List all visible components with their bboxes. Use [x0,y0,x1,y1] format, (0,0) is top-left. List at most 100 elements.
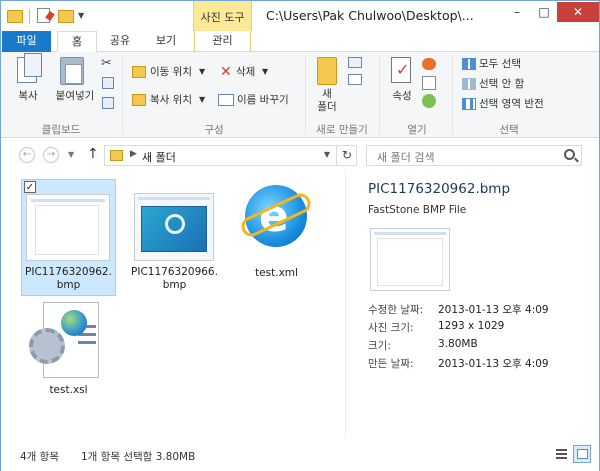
tab-manage[interactable]: 관리 [194,31,251,52]
paste-icon[interactable] [60,57,84,85]
invert-selection-icon[interactable] [462,98,476,110]
recent-locations-chevron-icon[interactable]: ▼ [68,150,74,159]
large-icons-view-button[interactable] [573,445,591,463]
property-value: 3.80MB [438,338,478,350]
details-pane: PIC1176320962.bmp FastStone BMP File 수정한… [345,169,599,439]
ribbon-divider [122,56,123,134]
chevron-down-icon[interactable]: ▼ [199,92,205,108]
title-bar: ▼ 사진 도구 C:\Users\Pak Chulwoo\Desktop\...… [1,1,599,31]
file-item[interactable]: ✓ PIC1176320962. bmp [21,179,116,296]
search-placeholder: 새 폴더 검색 [377,151,435,164]
search-icon[interactable] [564,149,575,160]
tab-share[interactable]: 공유 [100,31,140,52]
ribbon: 복사 붙여넣기 ✂ 클립보드 이동 위치 ▼ 복사 위치 ▼ ✕ 삭제 ▼ 이름… [1,52,599,138]
ribbon-divider [379,56,380,134]
move-to-icon[interactable] [132,66,146,78]
property-value: 2013-01-13 오후 4:09 [438,304,549,316]
tab-home[interactable]: 홈 [57,31,97,53]
group-label-new: 새로 만들기 [316,124,368,136]
delete-button[interactable]: 삭제 [236,64,255,80]
tab-file[interactable]: 파일 [2,31,51,52]
paste-shortcut-icon[interactable] [102,97,114,109]
item-count: 4개 항목 [20,451,59,463]
cut-icon[interactable]: ✂ [101,57,114,71]
tab-view[interactable]: 보기 [146,31,186,52]
properties-button[interactable]: 속성 [386,90,418,103]
property-label: 수정한 날짜: [368,304,424,316]
copy-to-button[interactable]: 복사 위치 [150,92,192,108]
edit-icon[interactable] [422,76,436,90]
preview-thumbnail [370,228,450,291]
chevron-down-icon[interactable]: ▼ [324,150,330,159]
context-tab-label: 사진 도구 [200,11,245,24]
explorer-window: ▼ 사진 도구 C:\Users\Pak Chulwoo\Desktop\...… [0,0,600,471]
file-name: test.xml [255,267,298,279]
address-bar[interactable]: ▶ 새 폴더 ▼ [104,145,357,166]
quick-access-divider [29,9,30,24]
refresh-button[interactable]: ↻ [336,145,357,166]
open-icon[interactable] [422,58,436,70]
paste-button[interactable]: 붙여넣기 [51,90,99,103]
item-checkbox[interactable]: ✓ [24,181,36,193]
search-input[interactable]: 새 폴더 검색 [366,145,582,166]
file-item[interactable]: e test.xml [229,179,324,296]
window-title: C:\Users\Pak Chulwoo\Desktop\... [266,8,474,23]
new-folder-button[interactable]: 새 폴더 [313,88,341,114]
group-label-clipboard: 클립보드 [41,124,81,136]
property-label: 만든 날짜: [368,358,414,370]
group-label-select: 선택 [499,124,519,136]
folder-icon[interactable] [7,10,23,23]
chevron-down-icon[interactable]: ▼ [262,64,268,80]
ribbon-divider [452,56,453,134]
preview-title: PIC1176320962.bmp [368,181,511,197]
delete-icon[interactable]: ✕ [220,65,232,79]
file-item[interactable]: PIC1176320966. bmp [127,179,222,296]
back-button[interactable]: ← [19,147,35,163]
minimize-button[interactable]: – [504,2,530,22]
breadcrumb-chevron-icon[interactable]: ▶ [130,149,137,159]
history-icon[interactable] [422,94,436,108]
maximize-button[interactable]: □ [531,2,557,22]
forward-button[interactable]: → [43,147,59,163]
file-item[interactable]: test.xsl [21,296,116,401]
new-folder-quick-icon[interactable] [58,10,74,23]
file-name: test.xsl [49,384,88,396]
select-none-icon[interactable] [462,78,476,90]
select-none-button[interactable]: 선택 안 함 [479,76,524,92]
easy-access-icon[interactable] [348,74,362,85]
status-bar: 4개 항목 1개 항목 선택함 3.80MB [1,440,599,471]
select-all-icon[interactable] [462,58,476,70]
globe-icon [61,310,87,336]
properties-icon[interactable] [391,57,411,83]
navigation-bar: ← → ▼ ↑ ▶ 새 폴더 ▼ ↻ 새 폴더 검색 [1,139,599,169]
chevron-down-icon[interactable]: ▼ [199,64,205,80]
new-folder-icon[interactable] [317,57,337,85]
ribbon-tabs: 파일 홈 공유 보기 관리 ∨ ? [1,31,599,77]
ribbon-divider [305,56,306,134]
invert-selection-button[interactable]: 선택 영역 반전 [479,96,544,112]
copy-icon[interactable] [17,53,42,83]
close-button[interactable]: ✕ [557,2,599,22]
move-to-button[interactable]: 이동 위치 [150,64,192,80]
select-all-button[interactable]: 모두 선택 [479,56,521,72]
property-label: 사진 크기: [368,322,414,334]
details-view-button[interactable] [552,445,570,463]
file-name: PIC1176320962. bmp [25,266,112,291]
up-button[interactable]: ↑ [87,146,99,162]
property-value: 2013-01-13 오후 4:09 [438,358,549,370]
property-label: 크기: [368,340,391,352]
file-list: ✓ PIC1176320962. bmp PIC1176320966. bmp … [1,169,344,439]
copy-path-icon[interactable] [102,77,114,89]
rename-button[interactable]: 이름 바꾸기 [237,92,289,108]
chevron-down-icon[interactable]: ▼ [78,11,88,27]
copy-to-icon[interactable] [132,94,146,106]
rename-icon[interactable] [218,94,234,106]
breadcrumb[interactable]: 새 폴더 [142,149,176,165]
copy-button[interactable]: 복사 [9,90,47,103]
properties-quick-icon[interactable] [37,8,50,23]
property-value: 1293 x 1029 [438,320,505,332]
new-item-icon[interactable] [348,57,362,68]
image-thumbnail [26,194,110,261]
image-thumbnail [134,193,214,261]
selection-info: 1개 항목 선택함 3.80MB [81,451,196,463]
